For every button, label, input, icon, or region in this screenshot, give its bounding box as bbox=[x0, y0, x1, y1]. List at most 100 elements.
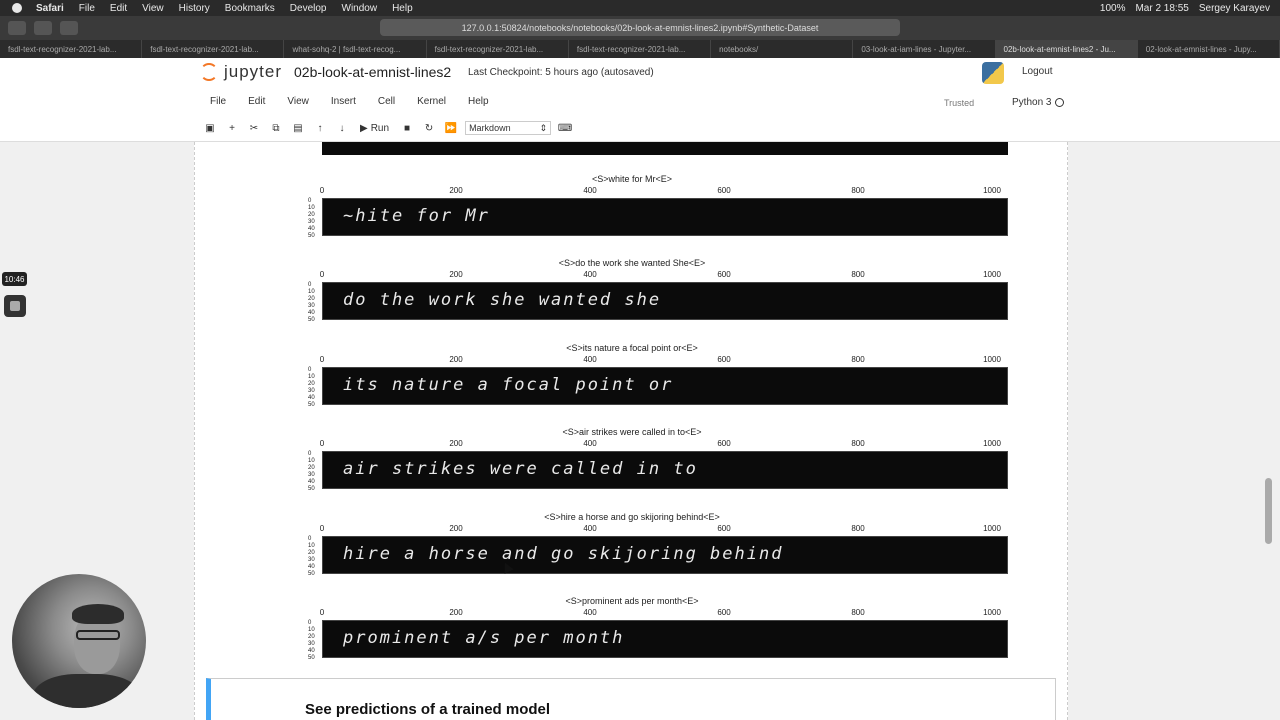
handwriting-image: ~hite for Mr bbox=[322, 198, 1008, 236]
x-tick-label: 200 bbox=[449, 523, 463, 533]
x-tick-label: 1000 bbox=[983, 608, 1001, 617]
y-tick-label: 20 bbox=[308, 380, 315, 387]
jp-menu-cell[interactable]: Cell bbox=[378, 96, 395, 107]
plot-output: <S>do the work she wanted She<E> 0 200 400 6… bbox=[195, 258, 1069, 342]
x-tick-label: 800 bbox=[851, 270, 865, 280]
move-down-icon[interactable]: ↓ bbox=[334, 120, 350, 136]
paste-icon[interactable]: ▤ bbox=[290, 120, 306, 136]
browser-tab[interactable]: 03-look-at-iam-lines - Jupyter... bbox=[853, 40, 996, 58]
menu-help[interactable]: Help bbox=[392, 3, 413, 14]
jupyter-logo[interactable]: jupyter bbox=[200, 62, 282, 82]
y-tick-label: 50 bbox=[308, 317, 315, 324]
address-bar[interactable]: 127.0.0.1:50824/notebooks/notebooks/02b-… bbox=[380, 19, 900, 36]
browser-tab[interactable]: notebooks/ bbox=[711, 40, 854, 58]
jp-menu-help[interactable]: Help bbox=[468, 96, 489, 107]
browser-tab[interactable]: 02-look-at-emnist-lines - Jupy... bbox=[1138, 40, 1280, 58]
cell-type-select[interactable]: Markdown ⇕ bbox=[465, 121, 552, 135]
forward-button[interactable] bbox=[34, 21, 52, 35]
jupyter-toolbar: ▣ + ✂ ⧉ ▤ ↑ ↓ ▶ Run ■ ↻ ⏩ Markdown ⇕ ⌨ bbox=[202, 120, 573, 136]
browser-tab-active[interactable]: 02b-look-at-emnist-lines2 - Ju... bbox=[995, 40, 1138, 58]
x-tick-label: 0 bbox=[319, 186, 325, 195]
x-tick-label: 800 bbox=[851, 608, 865, 617]
copy-icon[interactable]: ⧉ bbox=[268, 120, 284, 136]
browser-tab[interactable]: fsdl-text-recognizer-2021-lab... bbox=[0, 40, 143, 58]
x-tick-label: 400 bbox=[583, 439, 597, 449]
y-tick-label: 0 bbox=[308, 620, 312, 626]
logout-button[interactable]: Logout bbox=[1022, 66, 1053, 77]
handwriting-text: its nature a focal point or bbox=[343, 374, 674, 395]
y-tick-label: 0 bbox=[308, 198, 312, 204]
x-tick-label: 600 bbox=[717, 354, 731, 364]
trusted-indicator[interactable]: Trusted bbox=[944, 98, 974, 108]
browser-tab[interactable]: what-sohq-2 | fsdl-text-recog... bbox=[284, 40, 427, 58]
python-logo-icon bbox=[982, 62, 1004, 84]
checkpoint-status: Last Checkpoint: 5 hours ago (autosaved) bbox=[468, 67, 654, 78]
browser-tab[interactable]: fsdl-text-recognizer-2021-lab... bbox=[142, 40, 285, 58]
move-up-icon[interactable]: ↑ bbox=[312, 120, 328, 136]
y-tick-labels: 0 10 20 30 40 50 bbox=[308, 620, 320, 661]
jp-menu-edit[interactable]: Edit bbox=[248, 96, 265, 107]
partial-plot-image bbox=[322, 142, 1008, 155]
user-name[interactable]: Sergey Karayev bbox=[1199, 3, 1270, 14]
glasses-icon bbox=[76, 630, 120, 640]
clock[interactable]: Mar 2 18:55 bbox=[1135, 3, 1188, 14]
run-button[interactable]: ▶ Run bbox=[356, 123, 393, 134]
y-tick-label: 10 bbox=[308, 205, 315, 211]
handwriting-text: air strikes were called in to bbox=[343, 459, 698, 480]
y-tick-label: 0 bbox=[308, 282, 312, 289]
menu-develop[interactable]: Develop bbox=[290, 3, 327, 14]
y-tick-label: 40 bbox=[308, 563, 315, 570]
browser-tab[interactable]: fsdl-text-recognizer-2021-lab... bbox=[569, 40, 712, 58]
sidebar-button[interactable] bbox=[60, 21, 78, 35]
markdown-cell[interactable]: See predictions of a trained model bbox=[206, 678, 1056, 720]
notebook-container: <S>white for Mr<E> 0 200 400 600 800 1000 0 10 20… bbox=[194, 142, 1068, 720]
jp-menu-insert[interactable]: Insert bbox=[331, 96, 356, 107]
y-tick-label: 40 bbox=[308, 479, 315, 486]
x-tick-label: 200 bbox=[449, 186, 463, 195]
y-tick-label: 50 bbox=[308, 570, 315, 577]
menu-window[interactable]: Window bbox=[342, 3, 378, 14]
add-cell-icon[interactable]: + bbox=[224, 120, 240, 136]
stop-icon[interactable]: ■ bbox=[399, 120, 415, 136]
x-tick-label: 0 bbox=[319, 354, 325, 364]
y-tick-label: 50 bbox=[308, 655, 315, 661]
y-tick-label: 10 bbox=[308, 542, 315, 549]
jupyter-header: jupyter 02b-look-at-emnist-lines2 Last C… bbox=[0, 58, 1280, 142]
apple-icon[interactable] bbox=[12, 3, 22, 13]
browser-tab[interactable]: fsdl-text-recognizer-2021-lab... bbox=[427, 40, 569, 58]
x-tick-label: 400 bbox=[583, 270, 597, 280]
menu-file[interactable]: File bbox=[79, 3, 95, 14]
y-tick-label: 20 bbox=[308, 296, 315, 303]
menu-bookmarks[interactable]: Bookmarks bbox=[225, 3, 275, 14]
side-control-button[interactable] bbox=[4, 295, 26, 317]
menu-edit[interactable]: Edit bbox=[110, 3, 127, 14]
plot-title: <S>hire a horse and go skijoring behind<… bbox=[544, 511, 720, 522]
handwriting-text: hire a horse and go skijoring behind bbox=[343, 543, 784, 564]
keyboard-icon[interactable]: ⌨ bbox=[557, 120, 573, 136]
y-tick-label: 10 bbox=[308, 373, 315, 380]
menu-app-safari[interactable]: Safari bbox=[36, 3, 64, 14]
x-tick-label: 600 bbox=[717, 523, 731, 533]
y-tick-label: 20 bbox=[308, 212, 315, 218]
battery-status[interactable]: 100% bbox=[1100, 3, 1126, 14]
back-button[interactable] bbox=[8, 21, 26, 35]
plot-output: <S>hire a horse and go skijoring behind<… bbox=[195, 512, 1069, 596]
kernel-indicator[interactable]: Python 3 bbox=[1012, 97, 1065, 108]
x-tick-label: 400 bbox=[583, 523, 597, 533]
handwriting-image: its nature a focal point or bbox=[322, 366, 1008, 405]
menu-history[interactable]: History bbox=[179, 3, 210, 14]
menu-view[interactable]: View bbox=[142, 3, 164, 14]
jp-menu-file[interactable]: File bbox=[210, 96, 226, 107]
fast-forward-icon[interactable]: ⏩ bbox=[443, 120, 459, 136]
save-icon[interactable]: ▣ bbox=[202, 120, 218, 136]
restart-icon[interactable]: ↻ bbox=[421, 120, 437, 136]
jp-menu-kernel[interactable]: Kernel bbox=[417, 96, 446, 107]
cut-icon[interactable]: ✂ bbox=[246, 120, 262, 136]
page-scrollbar[interactable] bbox=[1265, 478, 1272, 544]
jp-menu-view[interactable]: View bbox=[287, 96, 309, 107]
x-tick-label: 0 bbox=[319, 523, 325, 533]
y-tick-label: 30 bbox=[308, 472, 315, 479]
kernel-name: Python 3 bbox=[1012, 97, 1052, 108]
notebook-name[interactable]: 02b-look-at-emnist-lines2 bbox=[294, 64, 451, 80]
plot-title: <S>prominent ads per month<E> bbox=[565, 596, 699, 606]
